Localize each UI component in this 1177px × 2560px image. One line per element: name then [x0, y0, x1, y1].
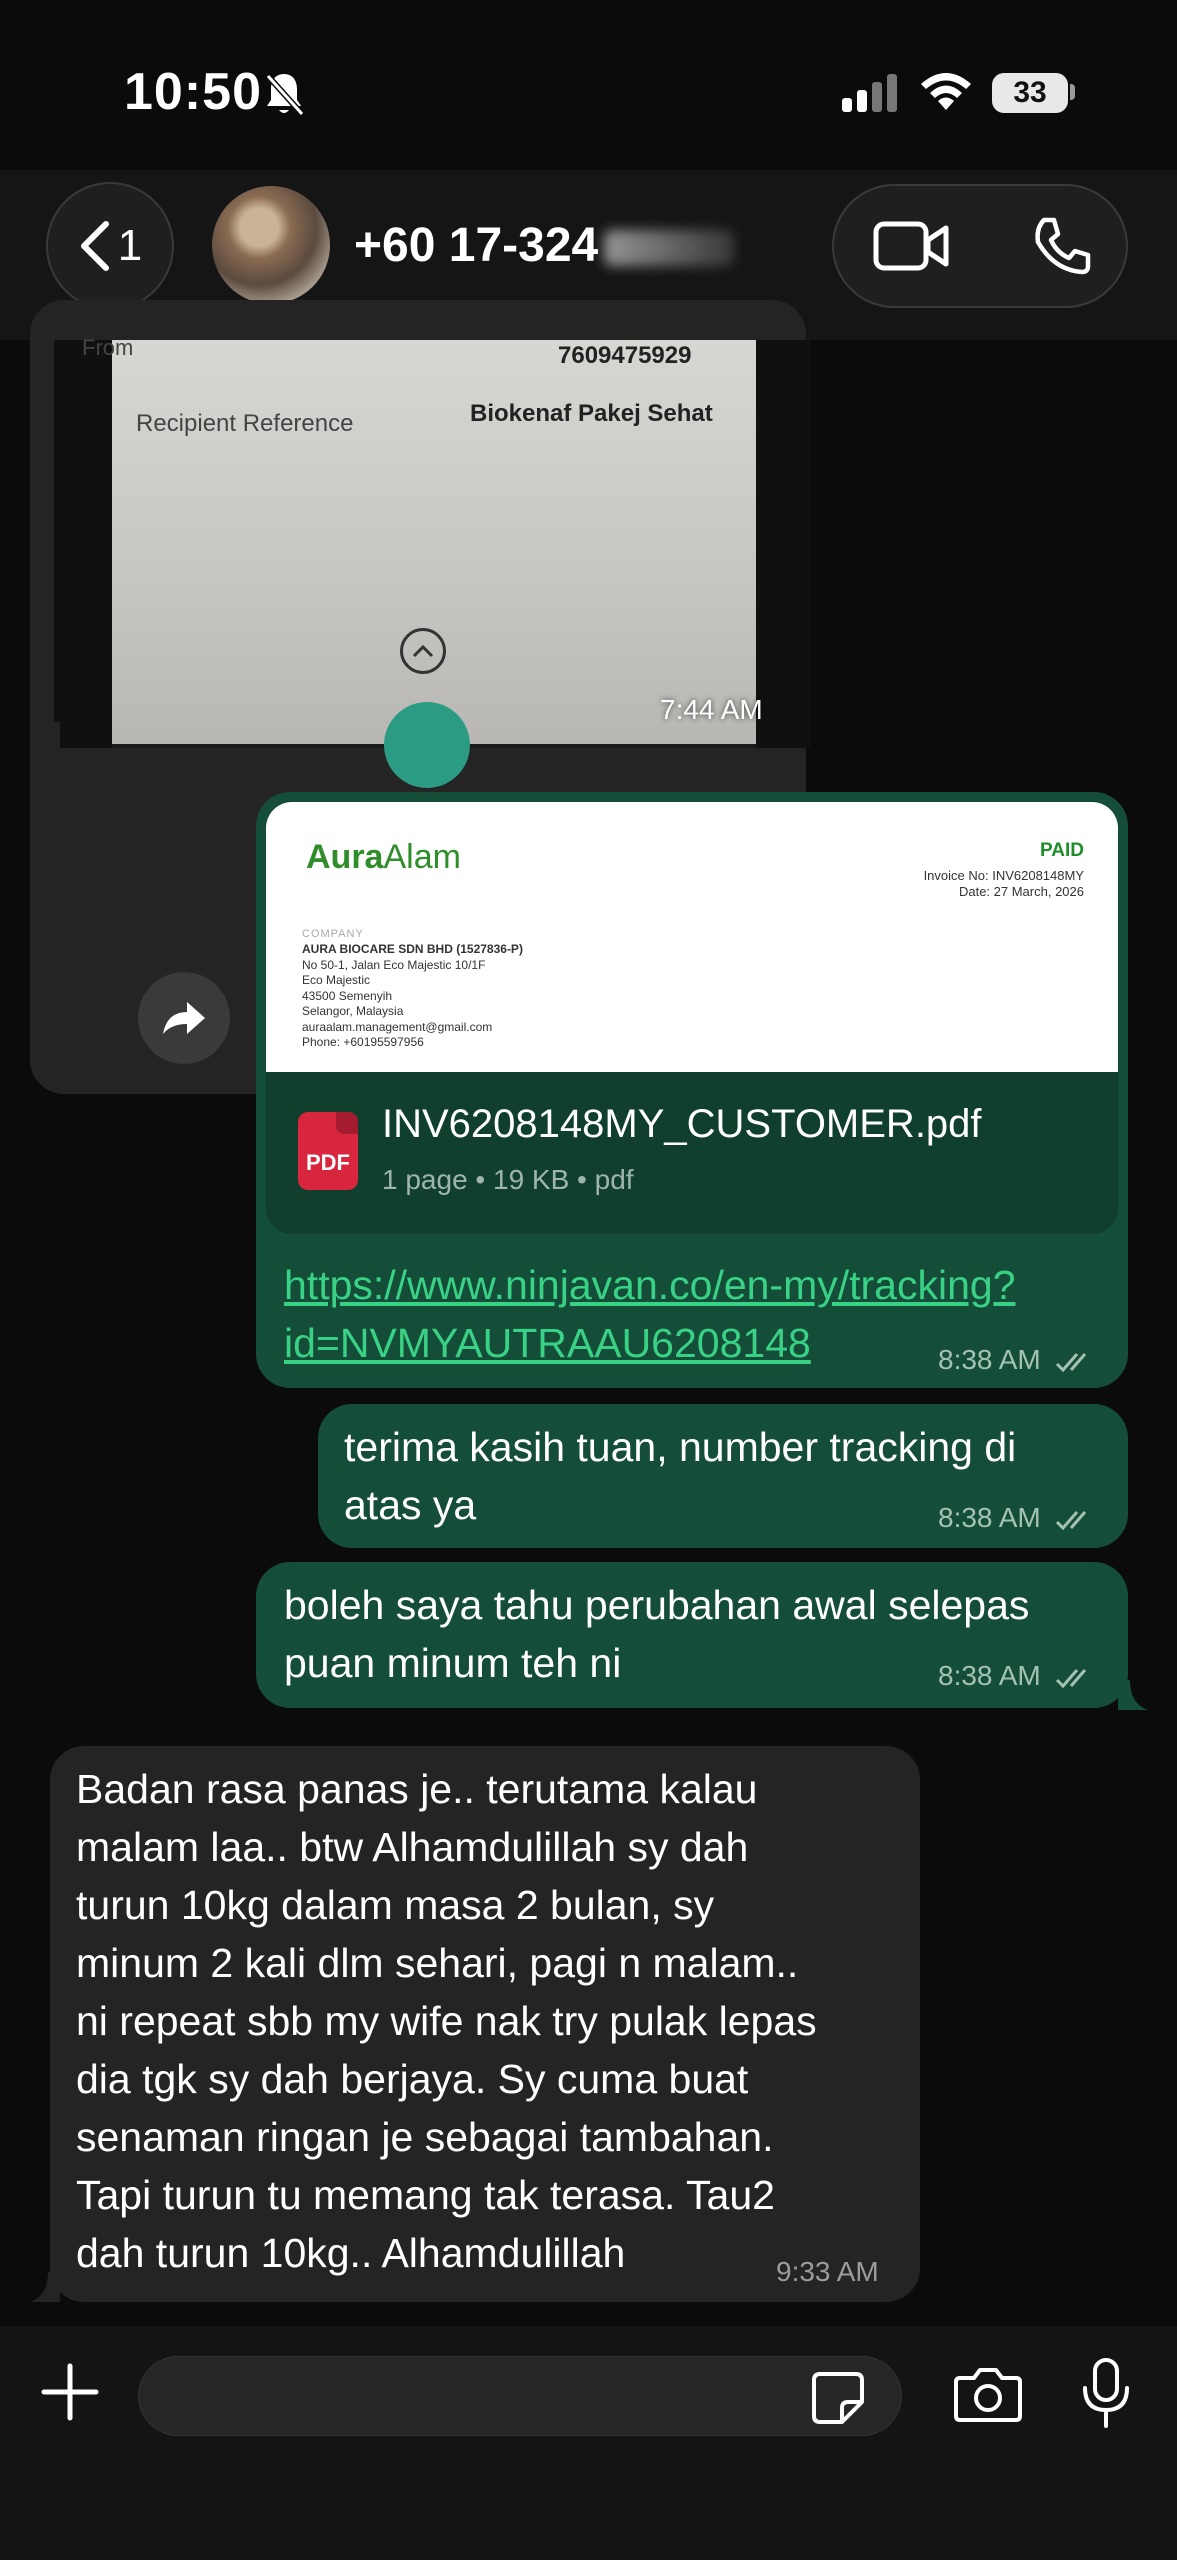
time-text: 8:38 AM: [938, 1502, 1041, 1533]
message-input[interactable]: [138, 2356, 902, 2436]
company-line: auraalam.management@gmail.com: [302, 1019, 493, 1034]
message-text: boleh saya tahu perubahan awal selepas p…: [284, 1576, 1029, 1692]
photo-ref-label: Recipient Reference: [136, 410, 354, 437]
logo-light: Alam: [383, 838, 461, 876]
contact-number: +60 17-324: [354, 219, 599, 272]
unread-count: 1: [117, 221, 143, 270]
message-time: 7:44 AM: [660, 694, 763, 725]
contact-name[interactable]: +60 17-324: [354, 218, 735, 273]
forward-arrow-icon: [163, 1002, 205, 1034]
message-line: malam laa.. btw Alhamdulillah sy dah: [76, 1824, 749, 1870]
invoice-date: Date: 27 March, 2026: [958, 884, 1084, 899]
invoice-company-label: COMPANY: [302, 928, 364, 940]
message-line: atas ya: [344, 1482, 477, 1528]
invoice-paid-status: PAID: [1040, 840, 1084, 861]
company-line: 43500 Semenyih: [302, 988, 393, 1003]
company-line: Phone: +60195597956: [302, 1035, 424, 1049]
blurred-digits: [604, 230, 735, 267]
message-time: 8:38 AM: [938, 1344, 1095, 1376]
message-line: ni repeat sbb my wife nak try pulak lepa…: [76, 1998, 817, 2044]
company-line: Selangor, Malaysia: [302, 1004, 404, 1018]
read-receipt-icon: [1055, 1668, 1086, 1688]
message-time: 8:38 AM: [938, 1502, 1095, 1534]
message-line: minum 2 kali dlm sehari, pagi n malam..: [76, 1940, 799, 1986]
bubble-tail: [30, 722, 60, 752]
bell-muted-icon: [265, 73, 305, 117]
link-line: https://www.ninjavan.co/en-my/tracking?: [284, 1262, 1016, 1308]
message-text: terima kasih tuan, number tracking di at…: [344, 1418, 1016, 1534]
message-line: senaman ringan je sebagai tambahan.: [76, 2114, 774, 2160]
back-button[interactable]: 1: [46, 182, 174, 310]
wifi-icon: [921, 73, 971, 110]
chevron-left-icon: [80, 221, 109, 271]
invoice-logo: AuraAlam: [306, 838, 461, 877]
message-line: puan minum teh ni: [284, 1640, 622, 1686]
read-receipt-icon: [1055, 1352, 1086, 1372]
photo-shade-left: [54, 340, 112, 748]
avatar[interactable]: [212, 186, 330, 304]
message-line: terima kasih tuan, number tracking di: [344, 1424, 1017, 1470]
voice-call-button[interactable]: [1030, 214, 1094, 278]
photo-from-label: From: [82, 335, 134, 360]
photo-share-icon: [384, 702, 470, 788]
message-line: Badan rasa panas je.. terutama kalau: [76, 1766, 758, 1812]
pdf-fold: [336, 1112, 358, 1134]
battery-nub: [1070, 84, 1075, 100]
message-line: Tapi turun tu memang tak terasa. Tau2: [76, 2172, 775, 2218]
file-meta: 1 page • 19 KB • pdf: [382, 1164, 634, 1195]
battery-indicator: 33: [992, 73, 1068, 113]
message-line: turun 10kg dalam masa 2 bulan, sy: [76, 1882, 715, 1928]
message-line: dia tgk sy dah berjaya. Sy cuma buat: [76, 2056, 749, 2102]
cellular-signal-icon: [842, 74, 897, 112]
logo-bold: Aura: [306, 838, 384, 876]
photo-chevron-up-icon: [400, 628, 446, 674]
message-line: boleh saya tahu perubahan awal selepas: [284, 1582, 1030, 1628]
camera-icon[interactable]: [952, 2364, 1024, 2424]
photo-shade-right: [756, 340, 810, 748]
message-time: 9:33 AM: [776, 2256, 879, 2287]
video-call-button[interactable]: [872, 214, 952, 278]
microphone-icon[interactable]: [1078, 2356, 1134, 2432]
company-line: AURA BIOCARE SDN BHD (1527836-P): [302, 942, 523, 956]
company-line: No 50-1, Jalan Eco Majestic 10/1F: [302, 957, 486, 972]
invoice-preview[interactable]: AuraAlam PAID Invoice No: INV6208148MY D…: [266, 802, 1118, 1072]
photo-number: 7609475929: [558, 342, 692, 369]
status-time: 10:50: [124, 63, 262, 121]
read-receipt-icon: [1055, 1510, 1086, 1530]
message-line: dah turun 10kg.. Alhamdulillah: [76, 2230, 626, 2276]
invoice-number: Invoice No: INV6208148MY: [923, 868, 1084, 883]
bubble-tail: [30, 2272, 60, 2302]
message-time: 8:38 AM: [938, 1660, 1095, 1692]
time-text: 8:38 AM: [938, 1344, 1041, 1375]
file-name: INV6208148MY_CUSTOMER.pdf: [382, 1102, 982, 1146]
invoice-company-details: AURA BIOCARE SDN BHD (1527836-P) No 50-1…: [302, 942, 523, 1051]
message-text: Badan rasa panas je.. terutama kalau mal…: [76, 1760, 817, 2282]
file-attachment[interactable]: [266, 1072, 1118, 1234]
company-line: Eco Majestic: [302, 973, 371, 987]
forward-button[interactable]: [138, 972, 230, 1064]
photo-ref-value: Biokenaf Pakej Sehat: [470, 400, 713, 427]
plus-icon[interactable]: [38, 2360, 102, 2424]
bubble-tail: [1118, 1680, 1148, 1710]
status-bar: 10:50 33: [0, 0, 1177, 180]
sticker-icon[interactable]: [810, 2370, 866, 2426]
time-text: 8:38 AM: [938, 1660, 1041, 1691]
